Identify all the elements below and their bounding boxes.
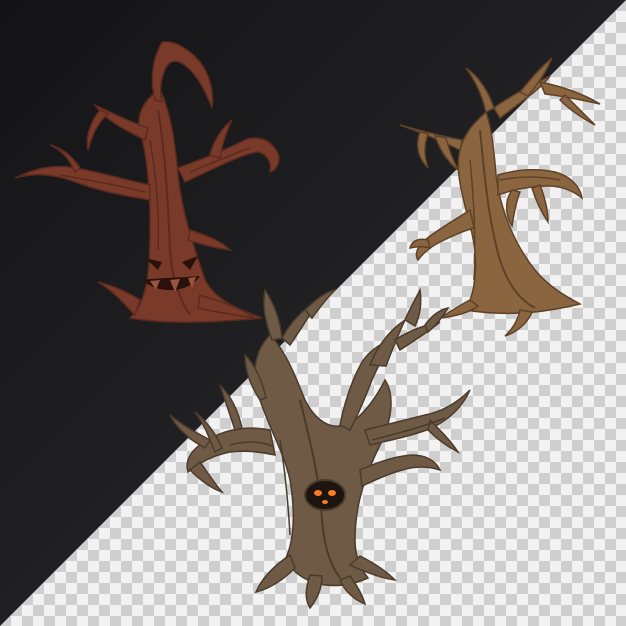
- scene-illustration: [0, 0, 626, 626]
- left-glowing-eye: [314, 490, 322, 496]
- lower-glowing-eye: [322, 500, 328, 504]
- image-canvas: [0, 0, 626, 626]
- right-glowing-eye: [328, 490, 336, 496]
